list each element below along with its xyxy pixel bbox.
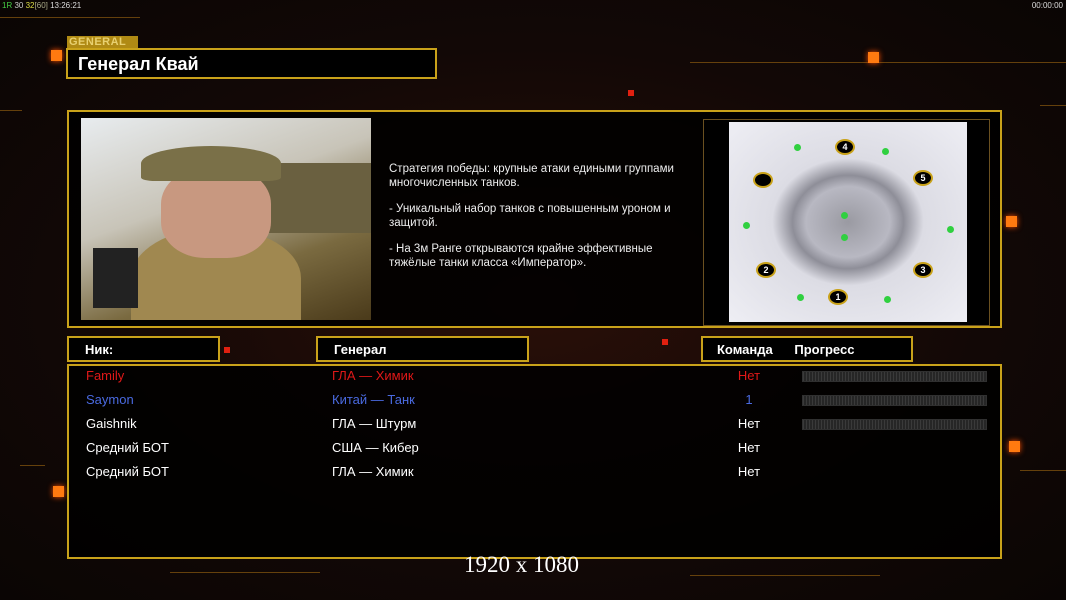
column-header-team-progress: Команда Прогресс: [701, 336, 913, 362]
divider: [1020, 470, 1066, 471]
player-nick: Saymon: [86, 392, 134, 407]
divider: [0, 110, 22, 111]
decor-square: [662, 339, 668, 345]
map-image: 1 2 3 4 5: [729, 122, 967, 322]
oil-derrick: [947, 226, 954, 233]
player-row[interactable]: Saymon Китай — Танк 1: [69, 392, 1000, 412]
oil-derrick: [743, 222, 750, 229]
player-row[interactable]: Gaishnik ГЛА — Штурм Нет: [69, 416, 1000, 436]
oil-derrick: [841, 234, 848, 241]
progress-bar: [802, 371, 987, 382]
oil-derrick: [884, 296, 891, 303]
game-timer: 00:00:00: [1031, 1, 1063, 10]
divider: [20, 465, 45, 466]
resolution-label: 1920 x 1080: [464, 552, 579, 577]
player-nick: Средний БОТ: [86, 464, 169, 479]
player-row[interactable]: Средний БОТ США — Кибер Нет: [69, 440, 1000, 460]
progress-bar: [802, 395, 987, 406]
player-general[interactable]: ГЛА — Химик: [332, 368, 414, 383]
player-team[interactable]: Нет: [729, 440, 769, 455]
player-team[interactable]: Нет: [729, 464, 769, 479]
pistol-shape: [93, 248, 138, 308]
decor-square: [1006, 216, 1017, 227]
oil-derrick: [794, 144, 801, 151]
divider: [1040, 105, 1066, 106]
column-header-nick: Ник:: [67, 336, 220, 362]
start-position[interactable]: 4: [835, 139, 855, 155]
player-general[interactable]: Китай — Танк: [332, 392, 415, 407]
decor-square: [224, 347, 230, 353]
player-general[interactable]: США — Кибер: [332, 440, 419, 455]
face-shape: [161, 168, 271, 258]
general-description: Стратегия победы: крупные атаки едиными …: [389, 163, 674, 269]
player-team[interactable]: Нет: [729, 416, 769, 431]
map-preview[interactable]: 1 2 3 4 5: [703, 119, 990, 326]
decor-square: [1009, 441, 1020, 452]
player-row[interactable]: Средний БОТ ГЛА — Химик Нет: [69, 464, 1000, 484]
player-nick: Family: [86, 368, 125, 383]
oil-derrick: [841, 212, 848, 219]
decor-square: [53, 486, 64, 497]
cap-shape: [141, 146, 281, 181]
decor-square: [628, 90, 634, 96]
general-tag: GENERAL: [67, 36, 138, 48]
oil-derrick: [882, 148, 889, 155]
player-row[interactable]: Family ГЛА — Химик Нет: [69, 368, 1000, 388]
progress-bar: [802, 419, 987, 430]
player-general[interactable]: ГЛА — Штурм: [332, 416, 416, 431]
divider: [0, 17, 140, 18]
start-position[interactable]: [753, 172, 773, 188]
column-header-team: Команда: [717, 342, 773, 357]
start-position[interactable]: 2: [756, 262, 776, 278]
decor-square: [868, 52, 879, 63]
divider: [170, 572, 320, 573]
decor-square: [51, 50, 62, 61]
start-position[interactable]: 1: [828, 289, 848, 305]
player-list: Family ГЛА — Химик Нет Saymon Китай — Тан…: [67, 364, 1002, 559]
divider: [690, 575, 880, 576]
column-header-general: Генерал: [316, 336, 529, 362]
player-team[interactable]: 1: [729, 392, 769, 407]
column-header-progress: Прогресс: [794, 342, 855, 357]
oil-derrick: [797, 294, 804, 301]
player-nick: Gaishnik: [86, 416, 137, 431]
player-team[interactable]: Нет: [729, 368, 769, 383]
fps-counter: 1R 30 32[60] 13:26:21: [2, 1, 82, 10]
general-portrait: [81, 118, 371, 320]
player-general[interactable]: ГЛА — Химик: [332, 464, 414, 479]
start-position[interactable]: 3: [913, 262, 933, 278]
start-position[interactable]: 5: [913, 170, 933, 186]
page-title: Генерал Квай: [66, 48, 437, 79]
player-nick: Средний БОТ: [86, 440, 169, 455]
